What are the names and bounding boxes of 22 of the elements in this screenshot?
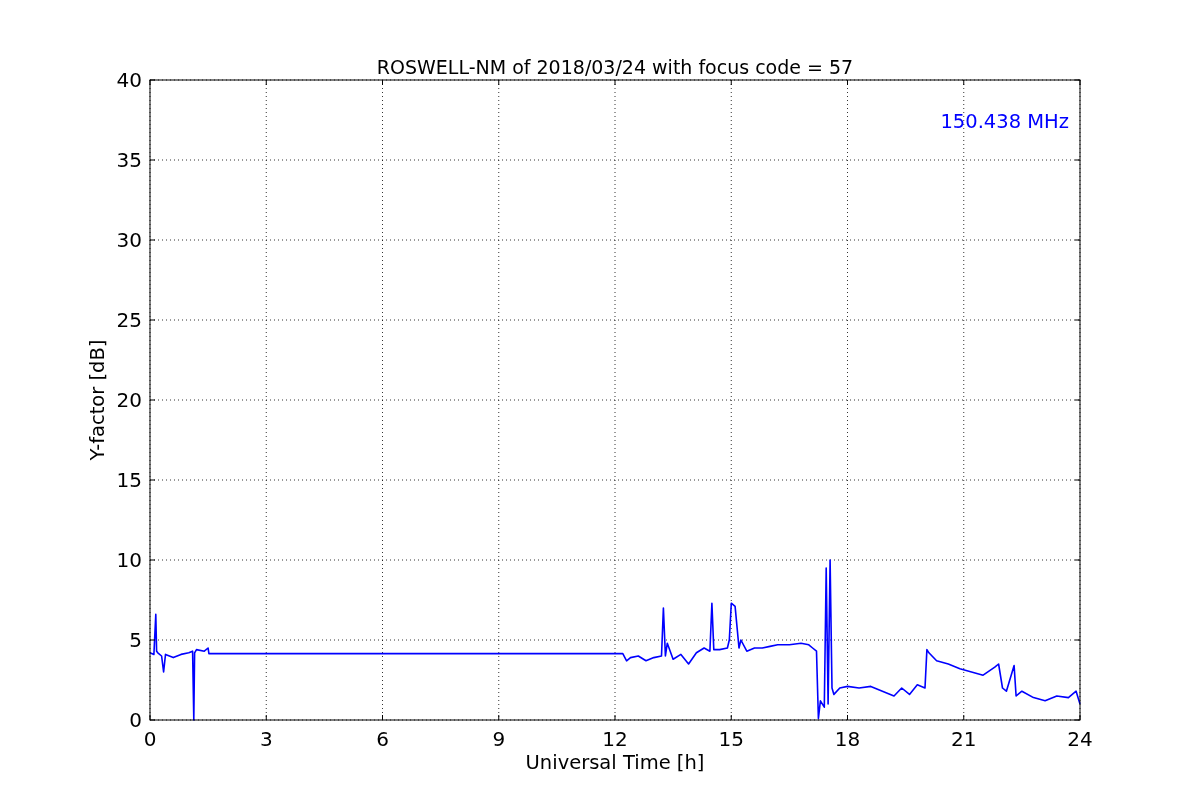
axis-label: Universal Time [h] bbox=[525, 751, 705, 774]
tick-label: 40 bbox=[116, 68, 142, 92]
tick-label: 10 bbox=[116, 548, 142, 572]
tick-label: 15 bbox=[116, 468, 142, 492]
tick-label: 9 bbox=[492, 727, 506, 751]
tick-label: 20 bbox=[116, 388, 142, 412]
tick-label: 15 bbox=[718, 727, 744, 751]
tick-label: 24 bbox=[1067, 727, 1093, 751]
axis-label: Y-factor [dB] bbox=[86, 339, 109, 461]
tick-label: 5 bbox=[129, 628, 142, 652]
tick-label: 12 bbox=[602, 727, 628, 751]
tick-label: 3 bbox=[259, 727, 273, 751]
tick-label: 21 bbox=[951, 727, 977, 751]
chart-title: ROSWELL-NM of 2018/03/24 with focus code = 57 bbox=[376, 56, 854, 78]
tick-label: 35 bbox=[116, 148, 142, 172]
tick-label: 0 bbox=[129, 708, 142, 732]
tick-label: 6 bbox=[376, 727, 389, 751]
series-label: 150.438 MHz bbox=[940, 110, 1069, 133]
tick-label: 25 bbox=[116, 308, 142, 332]
tick-label: 18 bbox=[834, 727, 861, 751]
tick-label: 0 bbox=[143, 727, 157, 751]
tick-label: 30 bbox=[116, 228, 142, 252]
